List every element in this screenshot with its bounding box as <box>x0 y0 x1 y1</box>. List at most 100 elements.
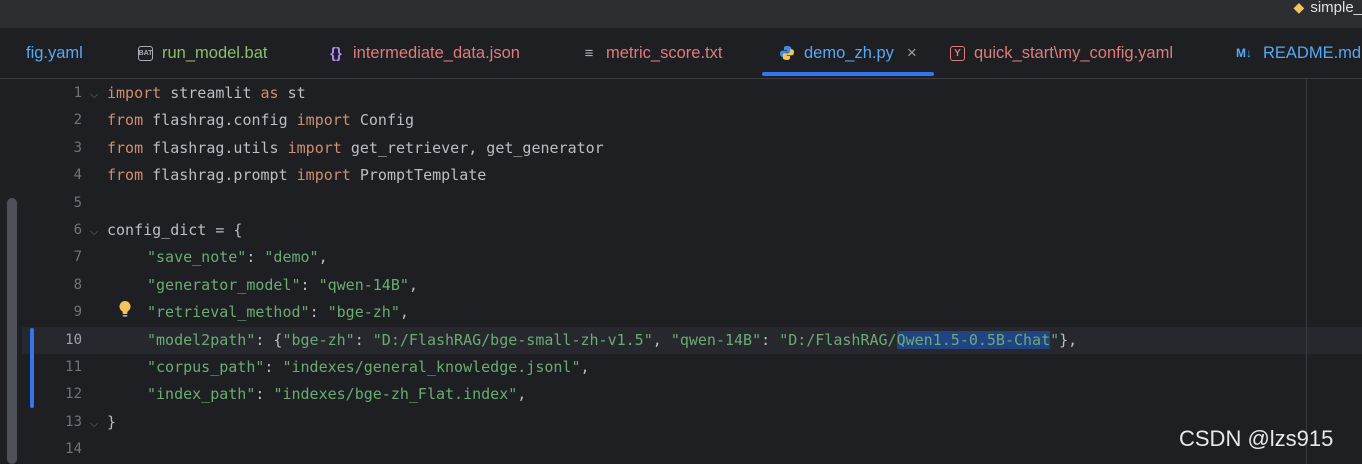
code-line: "retrieval_method": "bge-zh", <box>147 299 409 326</box>
code-text: flashrag.utils <box>143 138 288 157</box>
code-text: : <box>246 248 265 267</box>
run-configuration-selector[interactable]: ◆ simple_ <box>1294 0 1362 18</box>
code-text: , <box>318 248 328 267</box>
tab-quick-start-my-config-yaml[interactable]: Y quick_start\my_config.yaml <box>950 28 1173 78</box>
string: "retrieval_method" <box>147 303 310 322</box>
lightbulb-intention-icon[interactable] <box>116 299 134 319</box>
right-margin-guide <box>1306 79 1307 464</box>
code-text: : <box>255 385 274 404</box>
line-number: 12 <box>65 386 82 403</box>
code-text: : <box>300 275 319 294</box>
code-text: }, <box>1059 330 1078 349</box>
keyword: from <box>107 138 144 157</box>
code-text: flashrag.config <box>143 111 297 130</box>
string: " <box>1050 330 1060 349</box>
tab-run-model-bat[interactable]: BAT run_model.bat <box>138 28 268 78</box>
json-braces-icon: {} <box>330 44 342 62</box>
keyword: import <box>287 138 342 157</box>
line-number: 5 <box>73 194 82 211</box>
string: "qwen-14B" <box>318 275 409 294</box>
tab-label: run_model.bat <box>162 43 268 62</box>
string: "model2path" <box>147 330 256 349</box>
line-number: 7 <box>73 249 82 266</box>
tab-label: intermediate_data.json <box>353 43 520 62</box>
code-text: streamlit <box>161 84 261 102</box>
code-text: , <box>580 358 590 376</box>
line-number: 13 <box>65 413 82 430</box>
line-number: 4 <box>73 167 82 184</box>
code-line: "index_path": "indexes/bge-zh_Flat.index… <box>147 381 526 408</box>
tab-label: README.md <box>1263 43 1362 62</box>
title-bar: ◆ simple_ <box>0 0 1362 29</box>
scrollbar-thumb[interactable] <box>7 198 17 464</box>
string: "indexes/bge-zh_Flat.index" <box>273 385 518 404</box>
line-number: 8 <box>73 276 82 293</box>
tab-label: quick_start\my_config.yaml <box>974 43 1173 62</box>
keyword: import <box>296 166 351 185</box>
string: "bge-zh" <box>282 330 355 349</box>
string: "index_path" <box>147 385 256 404</box>
keyword: as <box>260 84 279 102</box>
line-number-current: 10 <box>65 331 82 348</box>
keyword: import <box>107 84 162 102</box>
tab-metric-score-txt[interactable]: ≡ metric_score.txt <box>581 28 723 78</box>
line-number: 1 <box>73 85 82 101</box>
fold-end-icon[interactable]: ⌵ <box>90 417 98 431</box>
code-text: , <box>652 330 671 349</box>
code-text: : <box>354 330 373 349</box>
fold-chevron-icon[interactable]: ⌵ <box>90 225 98 239</box>
code-line: from flashrag.utils import get_retriever… <box>107 135 604 162</box>
string: "save_note" <box>147 248 247 267</box>
string: "qwen-14B" <box>670 330 762 349</box>
line-number: 9 <box>73 304 82 321</box>
code-text: : <box>264 358 283 376</box>
line-number: 6 <box>73 222 82 238</box>
code-line: "generator_model": "qwen-14B", <box>147 272 418 299</box>
python-icon <box>779 45 795 61</box>
code-text: : <box>761 330 780 349</box>
fold-chevron-icon[interactable]: ⌵ <box>90 88 98 102</box>
keyword: from <box>107 166 144 185</box>
editor-tabs: fig.yaml BAT run_model.bat {} intermedia… <box>0 28 1362 79</box>
code-line: "save_note": "demo", <box>147 244 328 271</box>
string: "demo" <box>264 248 319 267</box>
tab-intermediate-data-json[interactable]: {} intermediate_data.json <box>328 28 520 78</box>
line-number: 3 <box>73 139 82 156</box>
string: "D:/FlashRAG/ <box>779 330 897 349</box>
code-text: : <box>309 303 328 322</box>
code-text: , <box>408 275 418 294</box>
python-icon: ◆ <box>1293 0 1305 15</box>
code-line: from flashrag.prompt import PromptTempla… <box>107 162 486 189</box>
code-text: , <box>517 385 527 404</box>
selected-text[interactable]: Qwen1.5-0.5B-Chat <box>896 330 1051 349</box>
tab-readme-md[interactable]: M↓ README.md <box>1234 28 1361 78</box>
watermark: CSDN @lzs915 <box>1179 426 1334 451</box>
keyword: from <box>107 111 144 130</box>
run-configuration-label: simple_ <box>1310 0 1362 16</box>
code-line: config_dict = { <box>107 221 243 239</box>
string: "indexes/general_knowledge.jsonl" <box>282 358 581 376</box>
string: "D:/FlashRAG/bge-small-zh-v1.5" <box>372 330 653 349</box>
code-text: get_retriever, get_generator <box>341 138 604 157</box>
string: "bge-zh" <box>327 303 400 322</box>
line-number: 11 <box>65 359 82 375</box>
code-text: PromptTemplate <box>350 166 487 185</box>
yaml-file-icon: Y <box>950 45 965 61</box>
tab-label: fig.yaml <box>26 43 83 62</box>
code-line: } <box>107 412 117 431</box>
active-tab-indicator <box>762 72 934 76</box>
tab-demo-zh-py[interactable]: demo_zh.py × <box>779 28 917 78</box>
tab-fig-yaml[interactable]: fig.yaml <box>26 28 83 78</box>
code-text: st <box>278 84 306 102</box>
line-number: 2 <box>73 112 82 129</box>
keyword: import <box>296 111 351 130</box>
code-line-current: "model2path": {"bge-zh": "D:/FlashRAG/bg… <box>147 327 1077 354</box>
close-tab-icon[interactable]: × <box>907 43 917 63</box>
text-file-icon: ≡ <box>584 44 594 62</box>
code-line: import streamlit as st <box>107 80 306 107</box>
code-line: from flashrag.config import Config <box>107 107 414 134</box>
string: "corpus_path" <box>147 358 265 376</box>
code-text: flashrag.prompt <box>143 166 297 185</box>
code-line: "corpus_path": "indexes/general_knowledg… <box>147 354 590 381</box>
code-text: : { <box>255 330 283 349</box>
